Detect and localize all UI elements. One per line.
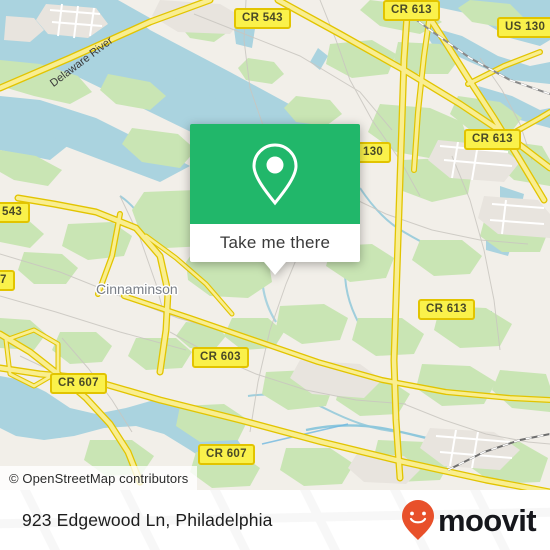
road-shield-cr-603[interactable]: CR 603	[192, 347, 249, 369]
road-shield-cr-613-e[interactable]: CR 613	[464, 129, 521, 151]
road-shield-cr-613-n[interactable]: CR 613	[383, 0, 440, 22]
map-pin-icon	[252, 143, 298, 206]
moovit-logo[interactable]: moovit	[401, 499, 537, 541]
moovit-pin-icon	[401, 500, 434, 540]
map-popup-card[interactable]: Take me there	[190, 124, 360, 275]
map-screenshot: Delaware River Cinnaminson CR 543 CR 613…	[0, 0, 550, 550]
footer-bar: 923 Edgewood Ln, Philadelphia moovit	[0, 490, 550, 550]
road-shield-cr-613-s[interactable]: CR 613	[418, 299, 475, 321]
road-shield-us-130[interactable]: US 130	[497, 17, 550, 39]
take-me-there-button[interactable]: Take me there	[190, 224, 360, 262]
road-shield-7[interactable]: 7	[0, 270, 15, 292]
address-label: 923 Edgewood Ln, Philadelphia	[22, 509, 273, 530]
road-shield-543[interactable]: 543	[0, 202, 31, 224]
road-shield-cr-607-n[interactable]: CR 607	[50, 373, 107, 395]
place-label-cinnaminson: Cinnaminson	[96, 281, 178, 297]
popup-pointer-tail	[264, 262, 286, 275]
take-me-there-label: Take me there	[219, 233, 331, 252]
moovit-wordmark: moovit	[437, 502, 537, 538]
road-shield-130[interactable]: 130	[355, 142, 392, 164]
osm-attribution-text: © OpenStreetMap contributors	[9, 470, 189, 486]
popup-icon-area	[190, 124, 360, 224]
osm-attribution[interactable]: © OpenStreetMap contributors	[0, 466, 198, 490]
road-shield-cr-607-s[interactable]: CR 607	[198, 444, 255, 466]
road-shield-cr-543[interactable]: CR 543	[234, 8, 291, 30]
